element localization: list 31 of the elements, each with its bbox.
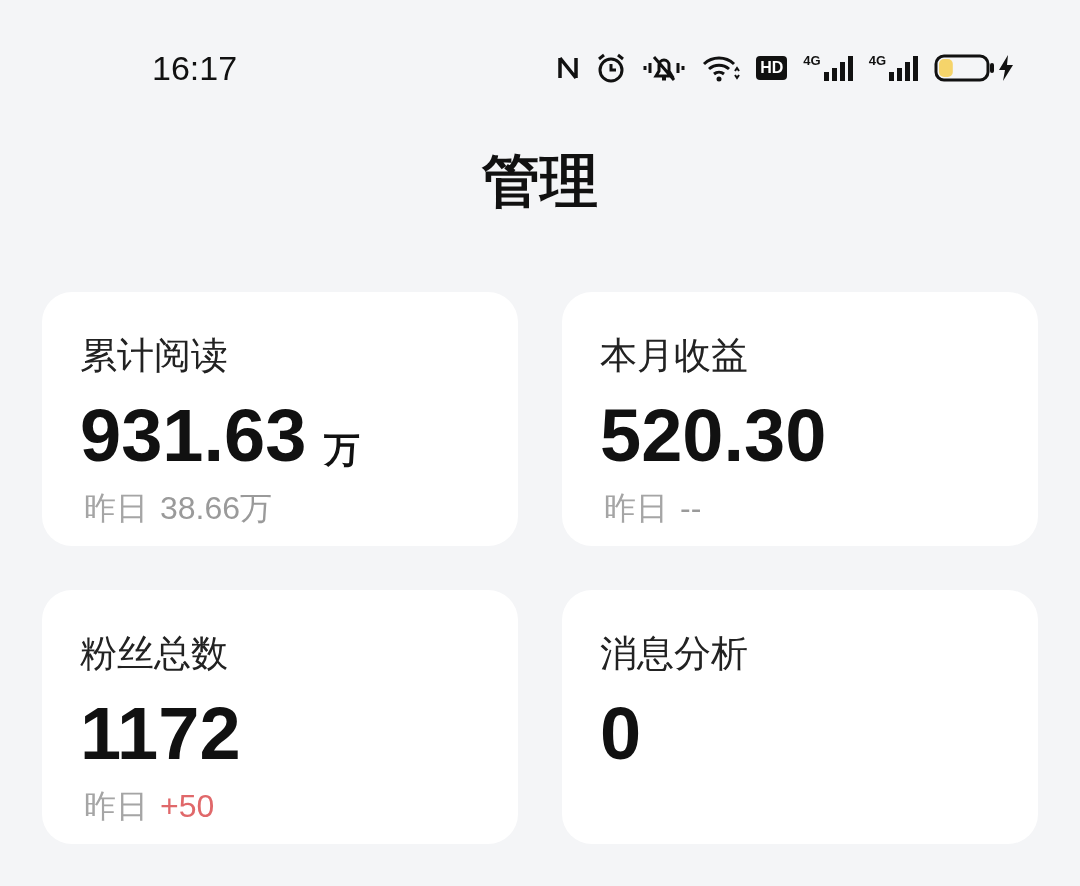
yesterday-value: -- — [680, 489, 702, 528]
yesterday-value: 38.66万 — [160, 489, 273, 528]
stat-value: 520.30 — [600, 396, 827, 476]
muted-bell-icon — [642, 54, 687, 82]
stat-label: 本月收益 — [600, 334, 749, 378]
stat-label: 粉丝总数 — [80, 632, 229, 676]
stat-value: 1172 — [80, 694, 241, 774]
wifi-icon — [702, 54, 741, 82]
page-title: 管理 — [482, 147, 598, 215]
stat-label: 累计阅读 — [80, 334, 229, 378]
stat-card[interactable]: 本月收益 520.30 昨日 -- — [562, 292, 1038, 546]
stat-value: 931.63 — [80, 396, 307, 476]
battery-icon — [934, 54, 996, 82]
stat-value: 0 — [600, 694, 642, 774]
stat-unit: 万 — [324, 428, 361, 472]
yesterday-value: +50 — [160, 787, 215, 826]
status-time: 16:17 — [152, 47, 238, 89]
hd-badge: HD — [756, 56, 788, 80]
yesterday-label: 昨日 — [604, 489, 668, 528]
yesterday-label: 昨日 — [84, 787, 148, 826]
signal-icon — [888, 54, 918, 82]
signal-icon — [822, 54, 853, 82]
network-label: 4G — [803, 54, 821, 67]
network-label: 4G — [868, 54, 886, 67]
stat-label: 消息分析 — [600, 632, 749, 676]
stat-card[interactable]: 粉丝总数 1172 昨日 +50 — [42, 590, 518, 844]
stat-card[interactable]: 消息分析 0 — [562, 590, 1038, 844]
stat-card[interactable]: 累计阅读 931.63 万 昨日 38.66万 — [42, 292, 518, 546]
yesterday-label: 昨日 — [84, 489, 148, 528]
nfc-icon — [556, 54, 581, 82]
alarm-icon — [596, 53, 627, 83]
